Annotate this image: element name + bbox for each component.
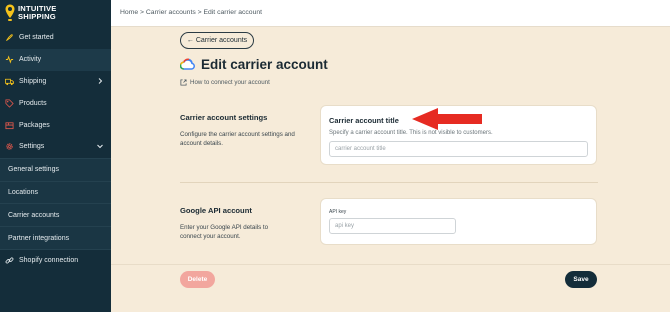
carrier-title-label: Carrier account title [329,116,399,125]
api-key-input[interactable]: api key [329,218,456,234]
brand-name: INTUITIVE SHIPPING [18,4,57,22]
save-button[interactable]: Save [565,271,597,288]
sidebar-item-packages[interactable]: Packages [0,114,111,136]
sidebar-item-partner-integrations[interactable]: Partner integrations [0,227,111,249]
back-button-label: Carrier accounts [195,37,248,44]
link-icon [5,257,14,264]
sidebar-item-label: Products [19,99,47,107]
carrier-settings-description: Configure the carrier account settings a… [180,131,295,147]
sidebar-item-shipping[interactable]: Shipping [0,71,111,93]
google-api-description: Enter your Google API details to connect… [180,224,269,240]
brand-line-2: SHIPPING [18,12,56,21]
sidebar-item-general-settings[interactable]: General settings [0,159,111,181]
sidebar-item-label: Partner integrations [8,234,70,242]
activity-icon [5,55,14,64]
truck-icon [5,78,14,86]
sidebar-item-settings[interactable]: Settings [0,136,111,158]
package-icon [5,121,14,129]
how-to-connect-link[interactable]: How to connect your account [180,79,270,86]
sidebar-item-label: Shopify connection [19,257,79,265]
arrow-left-icon: ← [186,37,194,44]
sidebar-item-products[interactable]: Products [0,92,111,114]
tag-icon [5,99,14,108]
sidebar-item-label: Packages [19,121,50,129]
google-cloud-icon [180,58,195,70]
breadcrumb[interactable]: Home > Carrier accounts > Edit carrier a… [120,9,262,16]
carrier-title-help: Specify a carrier account title. This is… [329,130,493,136]
section-divider [180,182,598,183]
annotation-arrow-icon [412,108,482,130]
top-bar: Home > Carrier accounts > Edit carrier a… [111,0,670,27]
sidebar-item-label: Settings [19,143,45,151]
sidebar-item-get-started[interactable]: Get started [0,27,111,49]
sidebar-item-carrier-accounts[interactable]: Carrier accounts [0,204,111,226]
page-title: Edit carrier account [201,57,328,72]
settings-submenu: General settings Locations Carrier accou… [0,157,111,250]
sidebar-item-label: Locations [8,188,38,196]
rocket-icon [6,34,13,42]
chevron-right-icon [98,77,103,84]
delete-button[interactable]: Delete [180,271,215,288]
google-api-title: Google API account [180,206,252,215]
gear-icon [6,143,13,151]
google-api-card: API key api key [320,198,597,245]
sidebar: INTUITIVE SHIPPING Get started Activity … [0,0,111,312]
sidebar-item-label: Shipping [19,77,47,85]
sidebar-item-label: Activity [19,56,42,64]
external-link-icon [180,79,187,86]
sidebar-item-locations[interactable]: Locations [0,182,111,204]
carrier-title-input[interactable]: carrier account title [329,141,588,157]
chevron-down-icon [97,144,103,149]
brand-logo[interactable]: INTUITIVE SHIPPING [5,4,57,22]
back-to-carrier-accounts-button[interactable]: ← Carrier accounts [180,32,254,49]
sidebar-nav: Get started Activity Shipping Products P… [0,27,111,272]
location-pin-icon [5,4,15,21]
how-to-connect-label: How to connect your account [190,79,270,86]
sidebar-item-label: Carrier accounts [8,211,60,219]
carrier-settings-title: Carrier account settings [180,113,268,122]
page-header: Edit carrier account [180,57,328,72]
footer-divider [111,264,670,265]
sidebar-item-label: General settings [8,166,59,174]
sidebar-item-shopify-connection[interactable]: Shopify connection [0,250,111,272]
sidebar-item-label: Get started [19,34,54,42]
api-key-label: API key [329,209,347,215]
sidebar-item-activity[interactable]: Activity [0,48,111,71]
